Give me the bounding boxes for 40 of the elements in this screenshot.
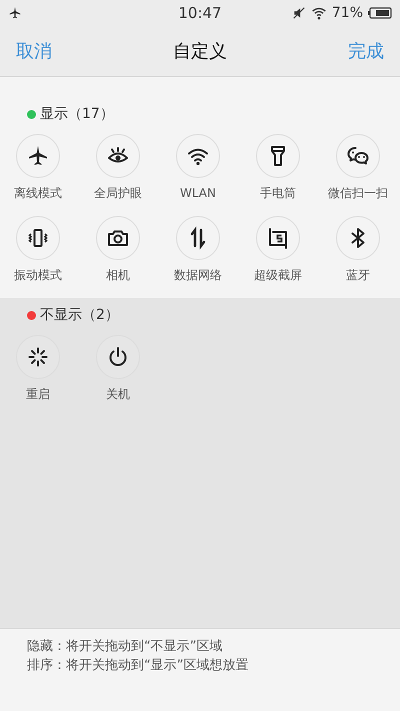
vibrating-phone-icon xyxy=(26,226,50,250)
toggle-button[interactable] xyxy=(96,216,140,260)
toggle-label: 全局护眼 xyxy=(94,185,142,202)
section-title: 不显示（2） xyxy=(40,306,119,324)
toggle-label: 数据网络 xyxy=(174,267,222,284)
toggle-button[interactable] xyxy=(16,335,60,379)
wifi-icon xyxy=(310,6,327,20)
toggle-label: WLAN xyxy=(180,185,216,202)
toggle-button[interactable] xyxy=(336,134,380,178)
toggle-button[interactable] xyxy=(96,134,140,178)
tip-text: 隐藏：将开关拖动到“不显示”区域 xyxy=(27,638,224,656)
screenshot-icon xyxy=(266,226,290,250)
toggle-button[interactable] xyxy=(336,216,380,260)
toggle-button[interactable] xyxy=(16,216,60,260)
toggle-label: 微信扫一扫 xyxy=(328,185,388,202)
battery-icon xyxy=(368,7,392,19)
toggle-label: 手电筒 xyxy=(260,185,296,202)
toggle-button[interactable] xyxy=(176,134,220,178)
toggle-label: 关机 xyxy=(106,386,130,403)
section-title: 显示（17） xyxy=(40,105,114,123)
toggle-label: 蓝牙 xyxy=(346,267,370,284)
toggle-label: 振动模式 xyxy=(14,267,62,284)
toggle-label: 离线模式 xyxy=(14,185,62,202)
toggle-button[interactable] xyxy=(96,335,140,379)
page-title: 自定义 xyxy=(173,40,227,63)
toggle-label: 相机 xyxy=(106,267,130,284)
muted-speaker-icon xyxy=(292,6,306,20)
toggle-label: 重启 xyxy=(26,386,50,403)
spinner-icon xyxy=(26,345,50,369)
toggle-label: 超级截屏 xyxy=(254,267,302,284)
cancel-button[interactable]: 取消 xyxy=(14,37,54,65)
toggle-button[interactable] xyxy=(16,134,60,178)
tip-text: 排序：将开关拖动到“显示”区域想放置 xyxy=(27,657,250,675)
toggle-button[interactable] xyxy=(256,216,300,260)
clock: 10:47 xyxy=(177,4,223,22)
battery-percent: 71% xyxy=(332,5,363,21)
toggle-button[interactable] xyxy=(256,134,300,178)
done-button[interactable]: 完成 xyxy=(346,37,386,65)
toggle-button[interactable] xyxy=(176,216,220,260)
airplane-icon xyxy=(8,6,22,20)
